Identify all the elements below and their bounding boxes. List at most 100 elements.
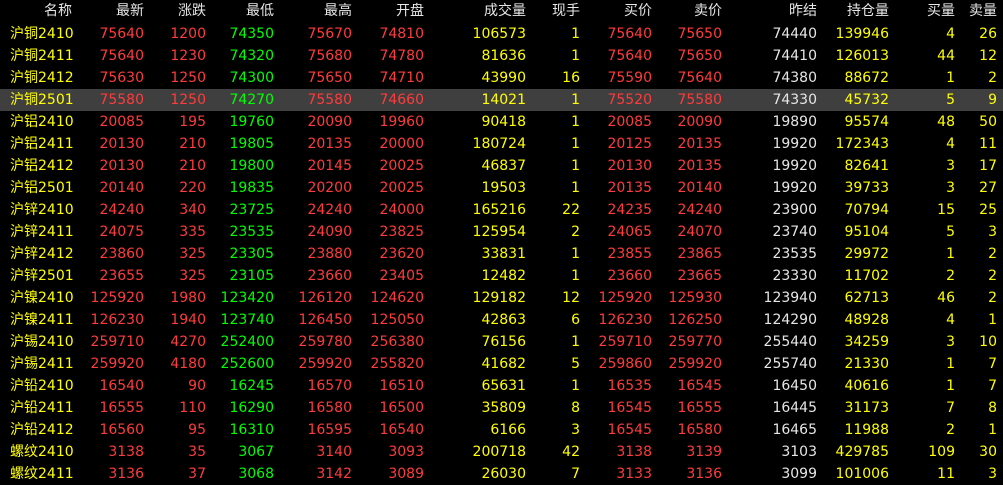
quote-cell: 74380 [772, 70, 817, 86]
quote-cell: 256380 [370, 334, 424, 350]
quote-row[interactable]: 沪铜2501 75580 1250 74270 75580 74660 14021 1 7552… [0, 89, 1003, 111]
quote-cell: 3 [946, 180, 955, 196]
column-header[interactable]: 名称 [0, 0, 88, 23]
quote-cell: 48928 [844, 312, 889, 328]
quote-row[interactable]: 沪铝2412 20130 210 19800 20145 20025 46837 1 20130… [0, 155, 1003, 177]
quote-cell: 1 [571, 26, 580, 42]
quote-cell: 23740 [772, 224, 817, 240]
quote-cell: 2 [988, 268, 997, 284]
quote-cell: 3139 [686, 444, 722, 460]
quote-cell: 255740 [763, 356, 817, 372]
quote-cell: 124620 [370, 290, 424, 306]
quote-cell: 126120 [298, 290, 352, 306]
column-header[interactable]: 涨跌 [150, 0, 212, 23]
quote-cell: 20085 [607, 114, 652, 130]
futures-quote-table: 名称 最新 涨跌 最低 最高 开盘 成交量 现手 买价 卖价 昨结 持仓量 买量 卖量 沪铜2410 756… [0, 0, 1003, 485]
quote-row[interactable]: 沪锡2411 259920 4180 252600 259920 255820 41682 5… [0, 353, 1003, 375]
quote-cell: 74780 [379, 48, 424, 64]
quote-cell: 1230 [170, 48, 206, 64]
column-header[interactable]: 最新 [88, 0, 150, 23]
quote-cell: 325 [179, 246, 206, 262]
quote-cell: 30 [979, 444, 997, 460]
quote-cell: 3 [988, 466, 997, 482]
quote-cell: 126230 [90, 312, 144, 328]
contract-name: 沪锡2411 [10, 356, 74, 372]
quote-cell: 75580 [658, 89, 728, 111]
quote-cell: 23660 [607, 268, 652, 284]
quote-cell: 75650 [677, 26, 722, 42]
column-header[interactable]: 卖价 [658, 0, 728, 23]
quote-row[interactable]: 沪铅2411 16555 110 16290 16580 16500 35809 8 16545… [0, 397, 1003, 419]
quote-cell: 125920 [598, 290, 652, 306]
quote-cell: 1 [571, 334, 580, 350]
quote-cell: 340 [179, 202, 206, 218]
quote-cell: 23880 [307, 246, 352, 262]
quote-cell: 126250 [668, 312, 722, 328]
quote-cell: 74300 [229, 70, 274, 86]
quote-cell: 4270 [170, 334, 206, 350]
quote-cell: 12 [562, 290, 580, 306]
quote-cell: 44 [937, 48, 955, 64]
column-header[interactable]: 最高 [280, 0, 358, 23]
quote-cell: 17 [979, 158, 997, 174]
quote-row[interactable]: 沪锌2412 23860 325 23305 23880 23620 33831 1 23855… [0, 243, 1003, 265]
quote-row[interactable]: 螺纹2411 3136 37 3068 3142 3089 26030 7 3133 3136 30… [0, 463, 1003, 485]
quote-cell: 3138 [108, 444, 144, 460]
quote-cell: 23860 [99, 246, 144, 262]
quote-cell: 3136 [686, 466, 722, 482]
quote-cell: 125050 [370, 312, 424, 328]
contract-name: 沪镍2410 [10, 290, 74, 306]
quote-row[interactable]: 沪铝2410 20085 195 19760 20090 19960 90418 1 20085… [0, 111, 1003, 133]
quote-cell: 3136 [108, 466, 144, 482]
quote-cell: 172343 [835, 136, 889, 152]
quote-cell: 1 [532, 89, 586, 111]
quote-row[interactable]: 沪铝2411 20130 210 19805 20135 20000 180724 1 2012… [0, 133, 1003, 155]
quote-cell: 1 [946, 378, 955, 394]
column-header[interactable]: 开盘 [358, 0, 430, 23]
quote-cell: 123940 [763, 290, 817, 306]
quote-cell: 10 [979, 334, 997, 350]
column-header[interactable]: 持仓量 [823, 0, 895, 23]
quote-cell: 35 [188, 444, 206, 460]
quote-cell: 31173 [844, 400, 889, 416]
quote-row[interactable]: 螺纹2410 3138 35 3067 3140 3093 200718 42 3138 3139… [0, 441, 1003, 463]
quote-cell: 2 [946, 422, 955, 438]
quote-cell: 3 [571, 422, 580, 438]
quote-cell: 2 [988, 290, 997, 306]
quote-row[interactable]: 沪铜2410 75640 1200 74350 75670 74810 106573 1 756… [0, 23, 1003, 45]
quote-cell: 4 [946, 312, 955, 328]
column-header[interactable]: 买价 [586, 0, 658, 23]
column-header[interactable]: 最低 [212, 0, 280, 23]
column-header[interactable]: 昨结 [728, 0, 823, 23]
quote-row[interactable]: 沪镍2411 126230 1940 123740 126450 125050 42863 6… [0, 309, 1003, 331]
quote-row[interactable]: 沪镍2410 125920 1980 123420 126120 124620 129182… [0, 287, 1003, 309]
quote-cell: 76156 [481, 334, 526, 350]
quote-row[interactable]: 沪锌2411 24075 335 23535 24090 23825 125954 2 2406… [0, 221, 1003, 243]
quote-row[interactable]: 沪铝2501 20140 220 19835 20200 20025 19503 1 20135… [0, 177, 1003, 199]
quote-cell: 1 [571, 158, 580, 174]
quote-cell: 20135 [677, 136, 722, 152]
quote-cell: 1250 [150, 89, 212, 111]
quote-cell: 90418 [481, 114, 526, 130]
quote-row[interactable]: 沪铅2412 16560 95 16310 16595 16540 6166 3 16545 16… [0, 419, 1003, 441]
quote-cell: 210 [179, 136, 206, 152]
column-header[interactable]: 买量 [895, 0, 961, 23]
quote-cell: 20140 [99, 180, 144, 196]
quote-cell: 252600 [220, 356, 274, 372]
quote-cell: 14021 [430, 89, 532, 111]
quote-row[interactable]: 沪铜2411 75640 1230 74320 75680 74780 81636 1 7564… [0, 45, 1003, 67]
column-header[interactable]: 现手 [532, 0, 586, 23]
quote-row[interactable]: 沪铜2412 75630 1250 74300 75650 74710 43990 16 755… [0, 67, 1003, 89]
quote-row[interactable]: 沪锌2410 24240 340 23725 24240 24000 165216 22 242… [0, 199, 1003, 221]
column-header[interactable]: 成交量 [430, 0, 532, 23]
quote-cell: 25 [979, 202, 997, 218]
quote-cell: 41682 [481, 356, 526, 372]
quote-row[interactable]: 沪铅2410 16540 90 16245 16570 16510 65631 1 16535 1… [0, 375, 1003, 397]
quote-row[interactable]: 沪锡2410 259710 4270 252400 259780 256380 76156 1… [0, 331, 1003, 353]
quote-cell: 24240 [307, 202, 352, 218]
quote-cell: 19800 [229, 158, 274, 174]
quote-row[interactable]: 沪锌2501 23655 325 23105 23660 23405 12482 1 23660… [0, 265, 1003, 287]
quote-cell: 75680 [307, 48, 352, 64]
column-header[interactable]: 卖量 [961, 0, 1003, 23]
quote-cell: 26030 [481, 466, 526, 482]
